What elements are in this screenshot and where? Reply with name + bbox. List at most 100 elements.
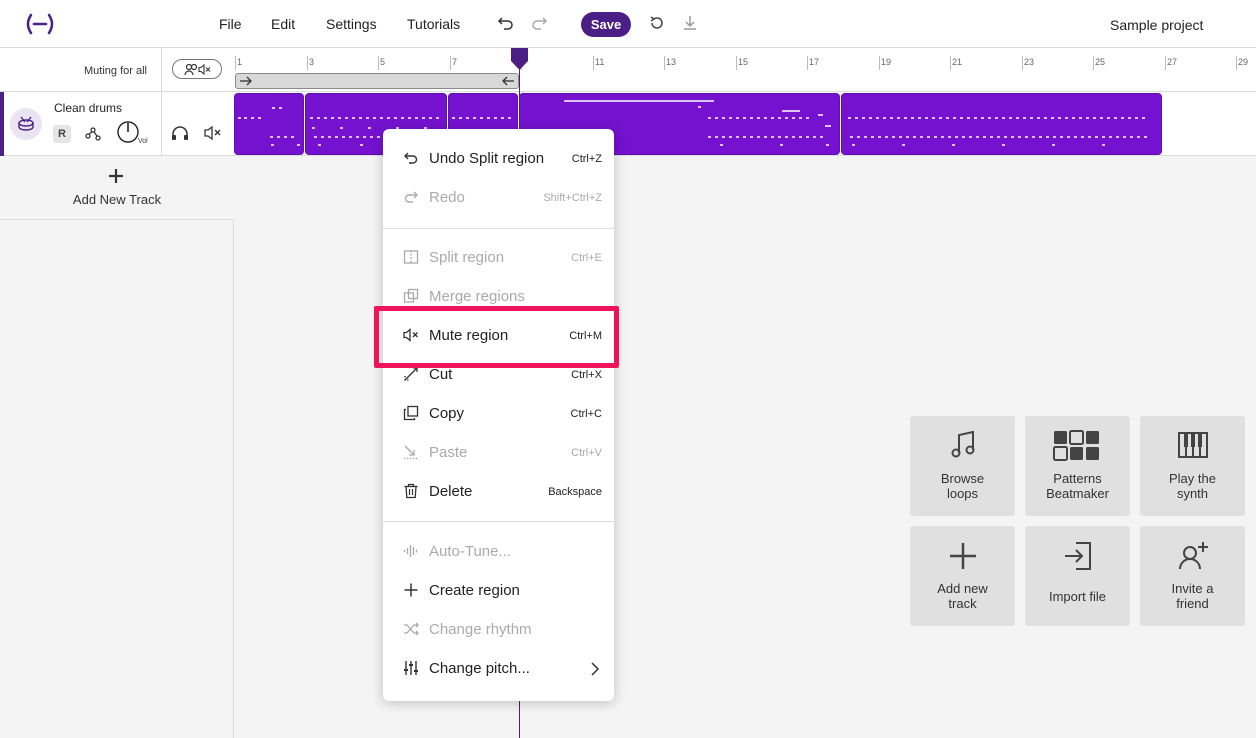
menu-item-shortcut: Ctrl+M bbox=[569, 330, 602, 342]
project-name[interactable]: Sample project bbox=[1110, 17, 1203, 33]
menu-item-label: Merge regions bbox=[429, 288, 525, 305]
volume-label: Vol bbox=[138, 138, 148, 145]
drum-icon bbox=[18, 116, 34, 131]
bar-number: 25 bbox=[1095, 57, 1106, 67]
bar-tick bbox=[307, 56, 308, 70]
track-header[interactable]: Clean drums R Vol bbox=[0, 92, 234, 156]
redo-icon[interactable] bbox=[530, 14, 548, 32]
loop-range-bar[interactable] bbox=[235, 73, 519, 89]
menu-separator bbox=[383, 228, 614, 229]
timeline-ruler[interactable]: 1 3 5 7 9 11 13 15 17 19 21 23 25 27 29 bbox=[234, 48, 1256, 92]
midi-notes bbox=[238, 107, 300, 146]
tile-label: loops bbox=[946, 486, 979, 501]
headphones-icon[interactable] bbox=[171, 125, 189, 141]
menu-item-undo-split-region[interactable]: Undo Split region Ctrl+Z bbox=[383, 139, 614, 178]
redo-icon bbox=[404, 191, 418, 203]
chevron-right-icon bbox=[591, 662, 600, 676]
menu-item-change-rhythm[interactable]: Change rhythm bbox=[383, 610, 614, 649]
cut-icon bbox=[404, 367, 418, 381]
menu-settings[interactable]: Settings bbox=[326, 16, 377, 32]
bar-tick bbox=[664, 56, 665, 70]
import-icon bbox=[1065, 542, 1091, 570]
copy-icon bbox=[403, 405, 419, 421]
bar-number: 17 bbox=[809, 57, 820, 67]
muting-for-all-label: Muting for all bbox=[84, 65, 147, 77]
menu-item-redo[interactable]: Redo Shift+Ctrl+Z bbox=[383, 178, 614, 217]
save-button[interactable]: Save bbox=[581, 12, 631, 37]
invite-icon bbox=[1179, 542, 1208, 570]
menu-item-shortcut: Ctrl+V bbox=[571, 447, 602, 459]
mute-all-row: Muting for all bbox=[0, 48, 234, 92]
menu-item-shortcut: Ctrl+C bbox=[570, 408, 602, 420]
app-logo-icon[interactable] bbox=[24, 13, 56, 35]
menu-tutorials[interactable]: Tutorials bbox=[407, 16, 460, 32]
tile-label: friend bbox=[1176, 596, 1209, 611]
add-new-track-button[interactable]: Add New Track bbox=[0, 156, 234, 220]
mute-icon[interactable] bbox=[204, 125, 222, 141]
bar-number: 27 bbox=[1167, 57, 1178, 67]
menu-item-paste[interactable]: Paste Ctrl+V bbox=[383, 433, 614, 472]
add-new-track-tile[interactable]: Add new track bbox=[910, 526, 1015, 626]
playhead-marker-icon[interactable] bbox=[511, 48, 528, 70]
bar-number: 11 bbox=[595, 57, 605, 67]
audio-region[interactable] bbox=[841, 93, 1162, 155]
menu-edit[interactable]: Edit bbox=[271, 16, 295, 32]
menu-item-delete[interactable]: Delete Backspace bbox=[383, 472, 614, 511]
play-synth-tile[interactable]: Play the synth bbox=[1140, 416, 1245, 516]
merge-icon bbox=[403, 288, 419, 303]
volume-knob-icon[interactable] bbox=[116, 120, 140, 144]
menu-item-label: Change pitch... bbox=[429, 660, 530, 677]
arrow-right-icon[interactable] bbox=[239, 76, 253, 86]
plus-icon bbox=[404, 583, 418, 597]
menu-item-create-region[interactable]: Create region bbox=[383, 571, 614, 610]
download-icon[interactable] bbox=[681, 14, 699, 32]
menu-item-label: Copy bbox=[429, 405, 465, 422]
menu-item-cut[interactable]: Cut Ctrl+X bbox=[383, 355, 614, 394]
menu-file[interactable]: File bbox=[219, 16, 242, 32]
bar-number: 15 bbox=[738, 57, 749, 67]
record-arm-button[interactable]: R bbox=[53, 125, 71, 143]
tile-label: Add new bbox=[937, 581, 988, 596]
bar-tick bbox=[235, 56, 236, 70]
bar-tick bbox=[736, 56, 737, 70]
menu-item-shortcut: Shift+Ctrl+Z bbox=[543, 192, 602, 204]
menu-item-label: Undo Split region bbox=[429, 150, 545, 167]
mute-all-toggle[interactable] bbox=[172, 59, 222, 79]
menu-item-label: Split region bbox=[429, 249, 505, 266]
refresh-icon[interactable] bbox=[648, 14, 666, 32]
tile-label: Patterns bbox=[1053, 471, 1102, 486]
tile-label: track bbox=[948, 596, 977, 611]
patterns-beatmaker-tile[interactable]: Patterns Beatmaker bbox=[1025, 416, 1130, 516]
effects-icon[interactable] bbox=[84, 125, 102, 143]
divider bbox=[161, 48, 162, 92]
menu-item-change-pitch[interactable]: Change pitch... bbox=[383, 649, 614, 688]
track-name[interactable]: Clean drums bbox=[54, 101, 122, 115]
menu-item-label: Redo bbox=[429, 189, 465, 206]
bar-number: 23 bbox=[1024, 57, 1035, 67]
undo-icon[interactable] bbox=[497, 14, 515, 32]
import-file-tile[interactable]: Import file bbox=[1025, 526, 1130, 626]
menu-item-shortcut: Backspace bbox=[548, 486, 602, 498]
menu-item-label: Create region bbox=[429, 582, 520, 599]
grid-icon bbox=[1053, 430, 1099, 461]
menu-item-mute-region[interactable]: Mute region Ctrl+M bbox=[383, 316, 614, 355]
audio-region[interactable] bbox=[234, 93, 304, 155]
menu-item-auto-tune[interactable]: Auto-Tune... bbox=[383, 532, 614, 571]
menu-item-label: Mute region bbox=[429, 327, 509, 344]
arrow-left-icon[interactable] bbox=[501, 76, 515, 86]
menu-item-copy[interactable]: Copy Ctrl+C bbox=[383, 394, 614, 433]
bar-tick bbox=[879, 56, 880, 70]
browse-loops-tile[interactable]: Browse loops bbox=[910, 416, 1015, 516]
menu-item-merge-regions[interactable]: Merge regions bbox=[383, 277, 614, 316]
invite-friend-tile[interactable]: Invite a friend bbox=[1140, 526, 1245, 626]
menu-item-split-region[interactable]: Split region Ctrl+E bbox=[383, 238, 614, 277]
piano-icon bbox=[1178, 432, 1208, 458]
track-list-panel: Muting for all Clean drums R Vol Add New… bbox=[0, 48, 234, 738]
bar-tick bbox=[593, 56, 594, 70]
tile-label: Invite a bbox=[1171, 581, 1214, 596]
sliders-icon bbox=[404, 661, 418, 675]
autotune-icon bbox=[403, 545, 418, 557]
bar-number: 1 bbox=[237, 57, 243, 67]
split-icon bbox=[403, 250, 419, 264]
menu-item-shortcut: Ctrl+X bbox=[571, 369, 602, 381]
